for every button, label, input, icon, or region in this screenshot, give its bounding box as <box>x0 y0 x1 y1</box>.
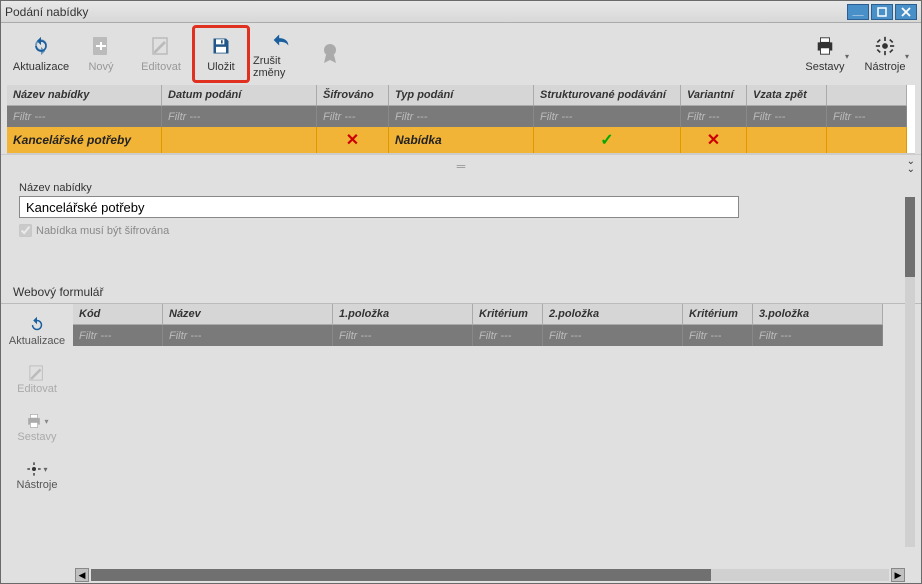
refresh-icon <box>28 315 46 335</box>
filter-cell[interactable]: Filtr --- <box>317 106 389 127</box>
col-header-date[interactable]: Datum podání <box>162 85 317 106</box>
col-header-type[interactable]: Typ podání <box>389 85 534 106</box>
new-button[interactable]: Nový <box>73 26 129 82</box>
vertical-scrollbar[interactable] <box>905 197 915 547</box>
col-header-p3[interactable]: 3.položka <box>753 304 883 325</box>
col-header-p2[interactable]: 2.položka <box>543 304 683 325</box>
col-header-k1[interactable]: Kritérium <box>473 304 543 325</box>
scroll-track[interactable] <box>91 569 889 581</box>
horizontal-scrollbar[interactable]: ◀ ▶ <box>73 567 907 583</box>
table-row[interactable]: Kancelářské potřeby ✕ Nabídka ✓ ✕ <box>7 127 915 153</box>
printer-icon <box>814 35 836 57</box>
cell-structured: ✓ <box>534 127 681 153</box>
side-tools-button[interactable]: ▾ Nástroje <box>5 452 69 498</box>
filter-cell[interactable]: Filtr --- <box>162 106 317 127</box>
close-button[interactable] <box>895 4 917 20</box>
web-form-section-header: Webový formulář <box>1 281 921 304</box>
filter-cell[interactable]: Filtr --- <box>73 325 163 346</box>
grid-filter-row: Filtr --- Filtr --- Filtr --- Filtr --- … <box>73 325 907 346</box>
maximize-button[interactable] <box>871 4 893 20</box>
col-header-structured[interactable]: Strukturované podávání <box>534 85 681 106</box>
refresh-button[interactable]: Aktualizace <box>13 26 69 82</box>
col-header-k2[interactable]: Kritérium <box>683 304 753 325</box>
filter-cell[interactable]: Filtr --- <box>473 325 543 346</box>
scroll-thumb[interactable] <box>905 197 915 277</box>
cell-name: Kancelářské potřeby <box>7 127 162 153</box>
cell-withdrawn <box>747 127 827 153</box>
gear-icon <box>874 35 896 57</box>
splitter-handle[interactable]: ═ ⌄⌄ <box>1 154 921 176</box>
new-icon <box>90 35 112 57</box>
collapse-icon[interactable]: ⌄⌄ <box>907 158 915 174</box>
reports-button[interactable]: ▾ Sestavy <box>797 26 853 82</box>
refresh-icon <box>30 35 52 57</box>
edit-button[interactable]: Editovat <box>133 26 189 82</box>
award-icon <box>319 43 341 65</box>
encrypt-label: Nabídka musí být šifrována <box>36 225 169 237</box>
offers-grid: Název nabídky Datum podání Šifrováno Typ… <box>7 85 915 154</box>
side-reports-button[interactable]: ▾ Sestavy <box>5 404 69 450</box>
grip-icon: ═ <box>457 159 466 173</box>
grid-filter-row: Filtr --- Filtr --- Filtr --- Filtr --- … <box>7 106 915 127</box>
tools-button[interactable]: ▾ Nástroje <box>857 26 913 82</box>
col-header-name[interactable]: Název nabídky <box>7 85 162 106</box>
detail-form: Název nabídky Nabídka musí být šifrována <box>1 176 921 241</box>
undo-icon <box>270 29 292 51</box>
minimize-button[interactable]: __ <box>847 4 869 20</box>
side-refresh-button[interactable]: Aktualizace <box>5 308 69 354</box>
filter-cell[interactable]: Filtr --- <box>543 325 683 346</box>
col-header-encrypted[interactable]: Šifrováno <box>317 85 389 106</box>
cell-extra <box>827 127 907 153</box>
col-header-variant[interactable]: Variantní <box>681 85 747 106</box>
side-toolbar: Aktualizace Editovat ▾ Sestavy ▾ <box>1 304 73 583</box>
save-button[interactable]: Uložit <box>193 26 249 82</box>
grid-empty-body <box>73 346 907 567</box>
chevron-down-icon: ▾ <box>905 52 909 61</box>
col-header-p1[interactable]: 1.položka <box>333 304 473 325</box>
col-header-name[interactable]: Název <box>163 304 333 325</box>
gear-icon: ▾ <box>26 459 47 479</box>
edit-icon <box>29 363 45 383</box>
check-icon: ✓ <box>600 130 613 150</box>
window-title: Podání nabídky <box>5 5 88 19</box>
filter-cell[interactable]: Filtr --- <box>333 325 473 346</box>
scroll-right-button[interactable]: ▶ <box>891 568 905 582</box>
name-input[interactable] <box>19 196 739 218</box>
cell-date <box>162 127 317 153</box>
cell-type: Nabídka <box>389 127 534 153</box>
filter-cell[interactable]: Filtr --- <box>753 325 883 346</box>
name-label: Název nabídky <box>19 182 885 194</box>
filter-cell[interactable]: Filtr --- <box>827 106 907 127</box>
chevron-down-icon: ▾ <box>845 52 849 61</box>
save-icon <box>210 35 232 57</box>
encrypt-checkbox <box>19 224 32 237</box>
cell-encrypted: ✕ <box>317 127 389 153</box>
filter-cell[interactable]: Filtr --- <box>534 106 681 127</box>
cell-variant: ✕ <box>681 127 747 153</box>
printer-icon: ▾ <box>25 411 48 431</box>
title-bar: Podání nabídky __ <box>1 1 921 23</box>
filter-cell[interactable]: Filtr --- <box>683 325 753 346</box>
filter-cell[interactable]: Filtr --- <box>7 106 162 127</box>
web-form-panel: Aktualizace Editovat ▾ Sestavy ▾ <box>1 304 921 583</box>
col-header-extra[interactable] <box>827 85 907 106</box>
edit-icon <box>150 35 172 57</box>
main-toolbar: Aktualizace Nový Editovat Uložit Zrušit … <box>1 23 921 85</box>
scroll-left-button[interactable]: ◀ <box>75 568 89 582</box>
filter-cell[interactable]: Filtr --- <box>389 106 534 127</box>
side-edit-button[interactable]: Editovat <box>5 356 69 402</box>
web-form-grid: Kód Název 1.položka Kritérium 2.položka … <box>73 304 907 583</box>
x-icon: ✕ <box>707 130 720 150</box>
scroll-thumb[interactable] <box>91 569 711 581</box>
grid-header-row: Kód Název 1.položka Kritérium 2.položka … <box>73 304 907 325</box>
filter-cell[interactable]: Filtr --- <box>681 106 747 127</box>
undo-button[interactable]: Zrušit změny <box>253 26 309 82</box>
x-icon: ✕ <box>346 130 359 150</box>
filter-cell[interactable]: Filtr --- <box>747 106 827 127</box>
col-header-code[interactable]: Kód <box>73 304 163 325</box>
col-header-withdrawn[interactable]: Vzata zpět <box>747 85 827 106</box>
filter-cell[interactable]: Filtr --- <box>163 325 333 346</box>
grid-header-row: Název nabídky Datum podání Šifrováno Typ… <box>7 85 915 106</box>
